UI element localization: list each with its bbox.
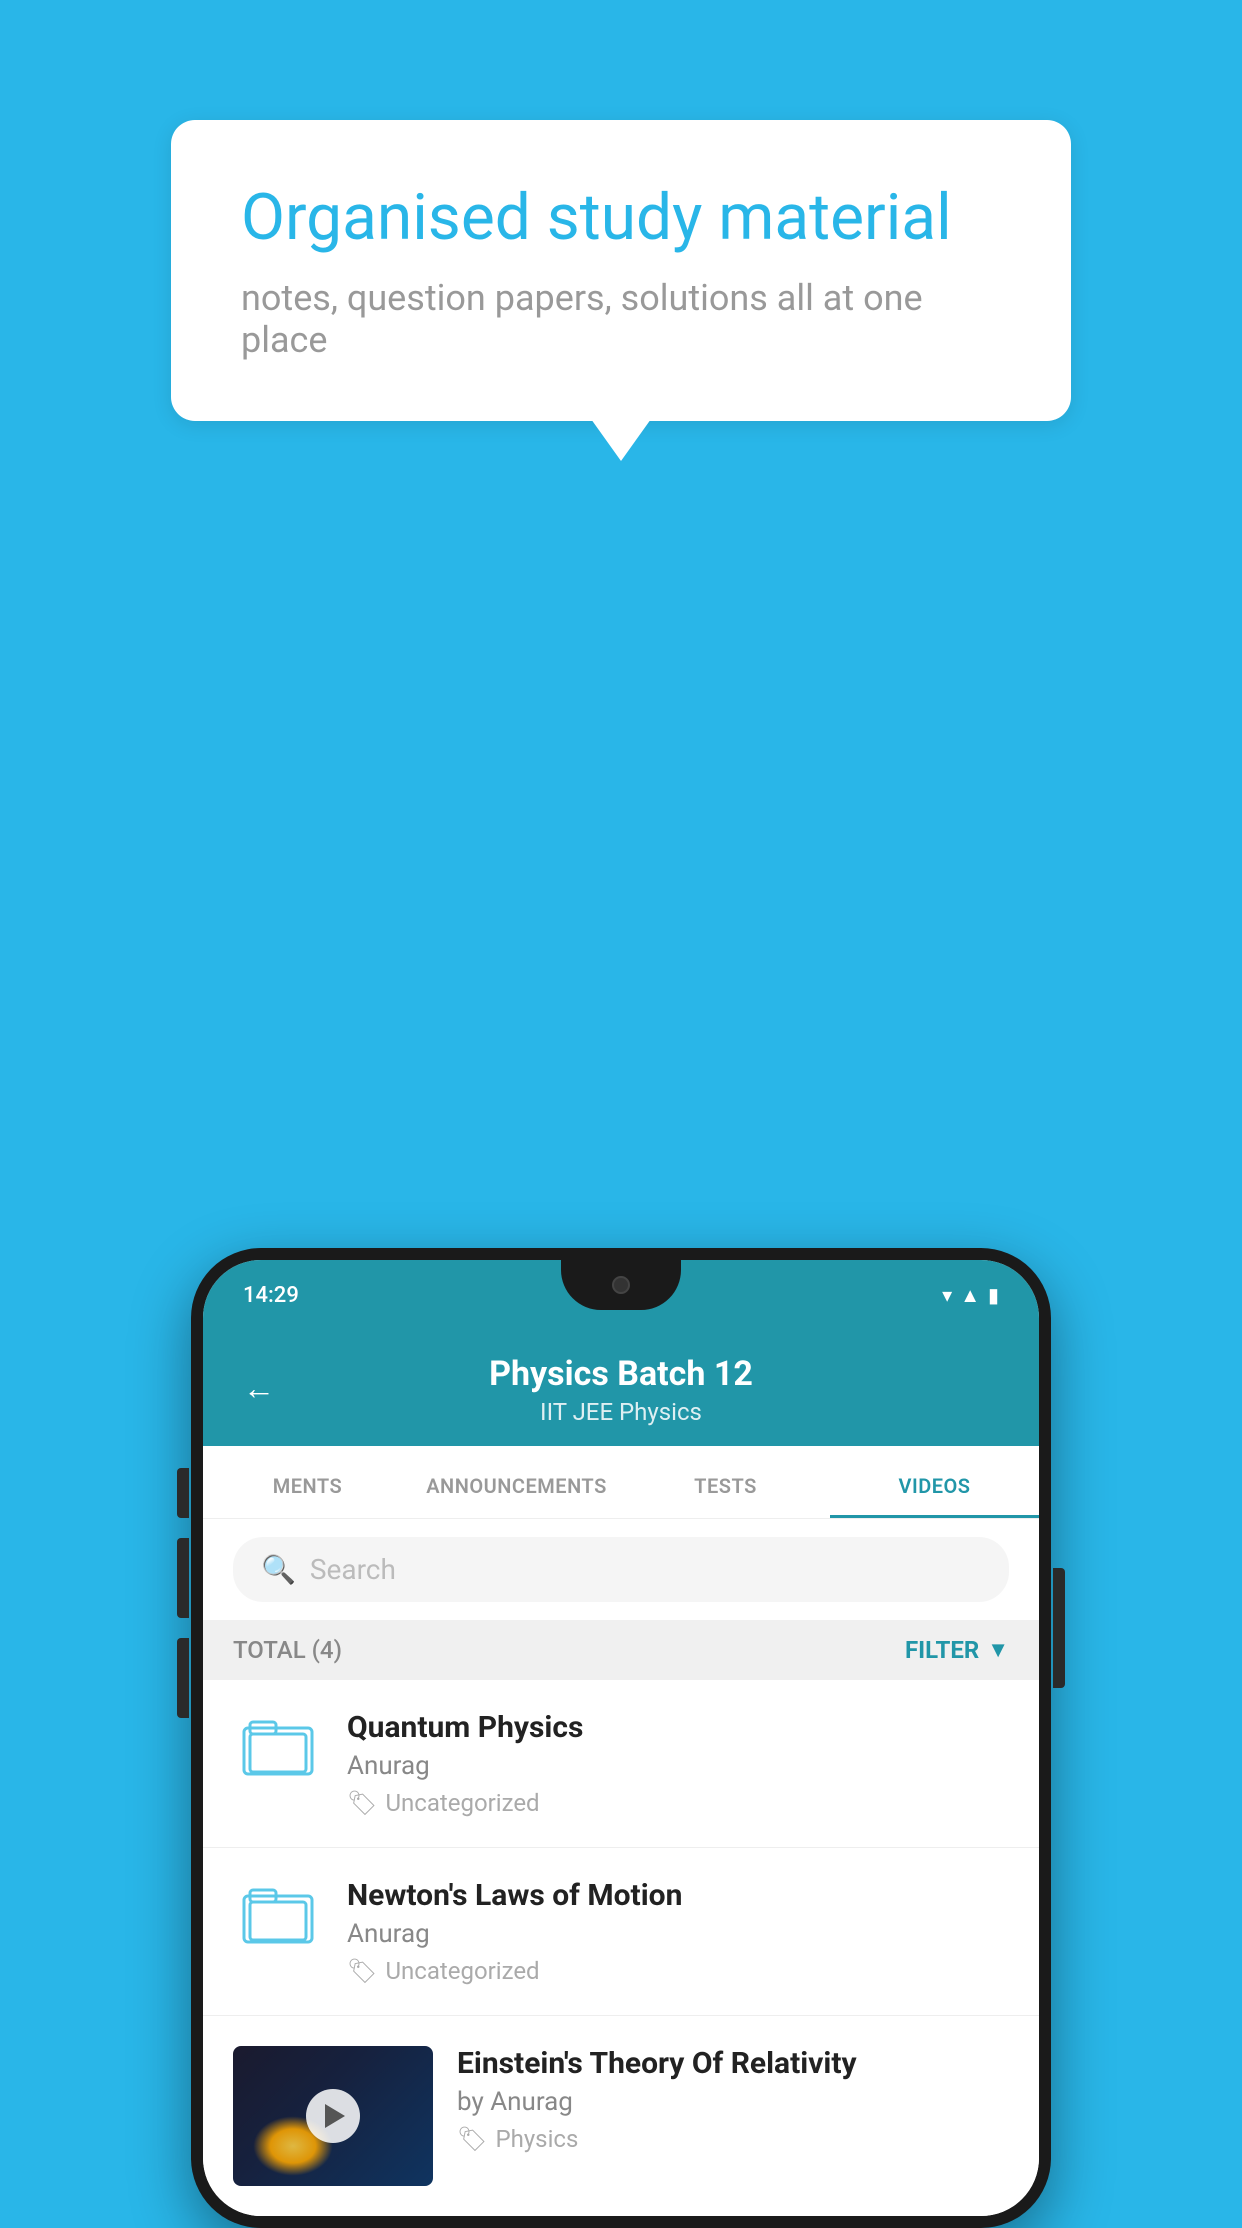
tag-label: Uncategorized: [385, 1789, 539, 1817]
item-tag: 🏷 Uncategorized: [347, 1789, 1009, 1817]
list-item[interactable]: Newton's Laws of Motion Anurag 🏷 Uncateg…: [203, 1848, 1039, 2016]
video-thumbnail[interactable]: [233, 2046, 433, 2186]
phone-outer: 14:29 ▾ ▲ ▮ ← Physics Batch 12 IIT JEE P…: [191, 1248, 1051, 2228]
silent-button: [177, 1638, 189, 1718]
tab-tests[interactable]: TESTS: [621, 1446, 830, 1518]
phone-wrapper: 14:29 ▾ ▲ ▮ ← Physics Batch 12 IIT JEE P…: [191, 1248, 1051, 2228]
status-time: 14:29: [243, 1283, 299, 1308]
tag-label: Uncategorized: [385, 1957, 539, 1985]
header-title: Physics Batch 12: [243, 1354, 999, 1394]
power-button: [1053, 1568, 1065, 1688]
tab-ments[interactable]: MENTS: [203, 1446, 412, 1518]
item-title: Newton's Laws of Motion: [347, 1878, 1009, 1913]
tag-label: Physics: [495, 2125, 578, 2153]
signal-icon: ▲: [960, 1283, 980, 1308]
list-item[interactable]: Einstein's Theory Of Relativity by Anura…: [203, 2016, 1039, 2216]
tag-icon: 🏷: [457, 2125, 487, 2153]
item-info: Quantum Physics Anurag 🏷 Uncategorized: [347, 1710, 1009, 1817]
tabs-bar: MENTS ANNOUNCEMENTS TESTS VIDEOS: [203, 1446, 1039, 1519]
search-icon: 🔍: [261, 1553, 296, 1586]
volume-up-button: [177, 1468, 189, 1518]
folder-icon-wrap: [233, 1878, 323, 1944]
tab-announcements[interactable]: ANNOUNCEMENTS: [412, 1446, 621, 1518]
item-title: Einstein's Theory Of Relativity: [457, 2046, 1009, 2081]
item-tag: 🏷 Physics: [457, 2125, 1009, 2153]
volume-down-button: [177, 1538, 189, 1618]
filter-button[interactable]: FILTER ▼: [905, 1636, 1009, 1664]
list-item[interactable]: Quantum Physics Anurag 🏷 Uncategorized: [203, 1680, 1039, 1848]
search-input[interactable]: Search: [310, 1553, 396, 1586]
phone-screen: 14:29 ▾ ▲ ▮ ← Physics Batch 12 IIT JEE P…: [203, 1260, 1039, 2216]
search-container: 🔍 Search: [203, 1519, 1039, 1620]
video-list: Quantum Physics Anurag 🏷 Uncategorized: [203, 1680, 1039, 2216]
play-icon: [325, 2104, 345, 2128]
folder-icon-wrap: [233, 1710, 323, 1776]
top-section: Organised study material notes, question…: [0, 0, 1242, 481]
item-author: Anurag: [347, 1751, 1009, 1781]
app-header: ← Physics Batch 12 IIT JEE Physics: [203, 1330, 1039, 1446]
play-button[interactable]: [306, 2089, 360, 2143]
tag-icon: 🏷: [347, 1957, 377, 1985]
item-info: Newton's Laws of Motion Anurag 🏷 Uncateg…: [347, 1878, 1009, 1985]
tab-videos[interactable]: VIDEOS: [830, 1446, 1039, 1518]
back-button[interactable]: ←: [243, 1369, 275, 1407]
speech-bubble: Organised study material notes, question…: [171, 120, 1071, 421]
folder-icon: [242, 1714, 314, 1776]
tag-icon: 🏷: [347, 1789, 377, 1817]
folder-icon: [242, 1882, 314, 1944]
item-author: Anurag: [347, 1919, 1009, 1949]
bubble-title: Organised study material: [241, 180, 1001, 257]
filter-label: FILTER: [905, 1636, 979, 1664]
total-label: TOTAL (4): [233, 1636, 342, 1664]
item-tag: 🏷 Uncategorized: [347, 1957, 1009, 1985]
item-title: Quantum Physics: [347, 1710, 1009, 1745]
item-info: Einstein's Theory Of Relativity by Anura…: [457, 2046, 1009, 2153]
battery-icon: ▮: [988, 1283, 999, 1307]
bubble-subtitle: notes, question papers, solutions all at…: [241, 277, 1001, 361]
camera: [612, 1276, 630, 1294]
item-author: by Anurag: [457, 2087, 1009, 2117]
header-subtitle: IIT JEE Physics: [243, 1398, 999, 1426]
search-input-wrap[interactable]: 🔍 Search: [233, 1537, 1009, 1602]
filter-bar: TOTAL (4) FILTER ▼: [203, 1620, 1039, 1680]
status-bar: 14:29 ▾ ▲ ▮: [203, 1260, 1039, 1330]
filter-funnel-icon: ▼: [987, 1637, 1009, 1663]
wifi-icon: ▾: [942, 1283, 952, 1307]
notch: [561, 1260, 681, 1310]
status-icons: ▾ ▲ ▮: [942, 1283, 999, 1308]
